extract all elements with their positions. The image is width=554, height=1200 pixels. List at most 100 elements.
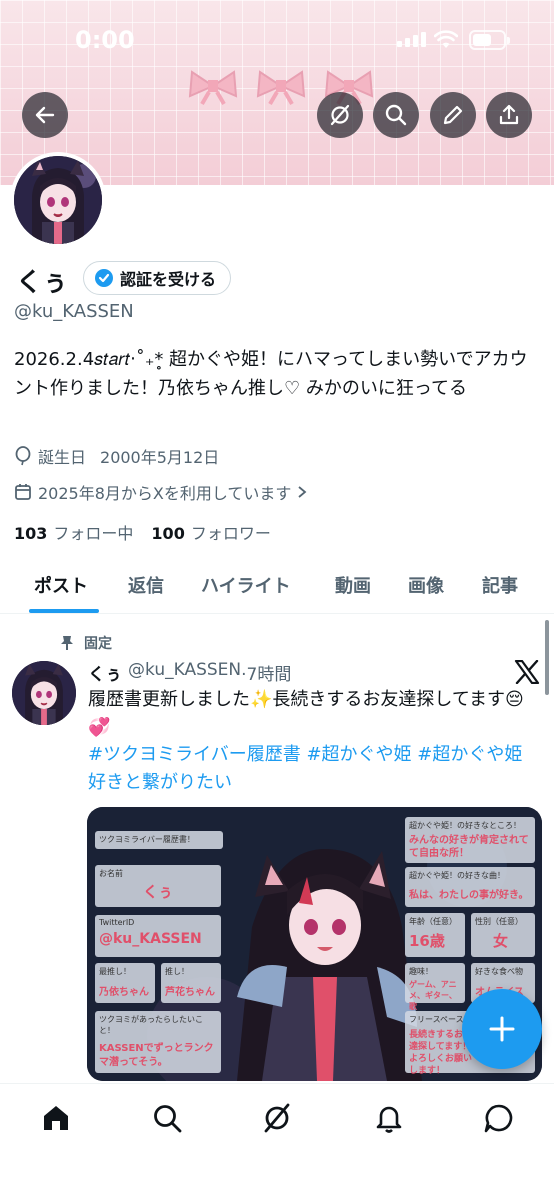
tab-replies[interactable]: 返信 xyxy=(128,572,164,598)
share-icon xyxy=(499,104,519,125)
resume-like-point-value: みんなの好きが肯定されてて自由な所！ xyxy=(409,835,529,859)
tab-articles[interactable]: 記事 xyxy=(482,572,518,598)
arrow-left-icon xyxy=(35,106,55,124)
tab-posts[interactable]: ポスト xyxy=(34,572,88,598)
edit-button[interactable] xyxy=(430,92,476,138)
compose-post-button[interactable] xyxy=(462,989,542,1069)
search-icon xyxy=(385,104,407,126)
resume-hobby-label: 趣味！ xyxy=(409,967,433,976)
get-verified-button[interactable]: 認証を受ける xyxy=(83,261,232,295)
tab-videos[interactable]: 動画 xyxy=(335,572,371,598)
calendar-icon xyxy=(15,484,31,500)
resume-twitter-value: @ku_KASSEN xyxy=(99,931,202,947)
resume-gender-value: 女 xyxy=(493,932,509,950)
post-text: 履歴書更新しました✨長続きするお友達探してます😔💞 xyxy=(88,689,524,738)
bow-icon xyxy=(188,70,238,106)
resume-twitter-label: TwitterID xyxy=(99,918,135,927)
joined-text: 2025年8月からXを利用しています xyxy=(38,484,292,503)
followers-label: フォロワー xyxy=(190,524,271,543)
back-button[interactable] xyxy=(22,92,68,138)
pinned-indicator: 固定 xyxy=(60,633,112,653)
x-logo-icon[interactable] xyxy=(514,660,540,684)
resume-food-label: 好きな食べ物 xyxy=(475,967,523,976)
resume-hobby-field: 趣味！ ゲーム、アニメ、ギター、歌 xyxy=(405,963,465,1011)
resume-fav-song-field: 超かぐや姫！の好きな曲！ 私は、わたしの事が好き。 xyxy=(405,867,535,907)
resume-name-label: お名前 xyxy=(99,869,123,878)
birthday-label: 誕生日 xyxy=(38,448,87,467)
resume-oshi-value: 乃依ちゃん xyxy=(99,987,149,998)
resume-fav-song-label: 超かぐや姫！の好きな曲！ xyxy=(409,871,505,880)
resume-tsukuyomi-field: ツクヨミがあったらしたいこと！ KASSENでずっとランクマ潜ってそう。 xyxy=(95,1011,221,1073)
resume-like-point-label: 超かぐや姫！の好きなところ！ xyxy=(409,821,521,830)
followers-count: 100 xyxy=(151,524,185,543)
birthday-value: 2000年5月12日 xyxy=(100,448,220,467)
resume-hobby-value: ゲーム、アニメ、ギター、歌 xyxy=(409,980,457,1011)
follow-stats: 103 フォロー中 100 フォロワー xyxy=(14,520,271,544)
balloon-icon xyxy=(15,446,31,466)
grok-icon[interactable] xyxy=(261,1102,293,1134)
resume-oshi2-value: 芦花ちゃん xyxy=(165,987,215,998)
search-icon[interactable] xyxy=(151,1102,183,1134)
tab-images[interactable]: 画像 xyxy=(408,572,444,598)
following-label: フォロー中 xyxy=(53,524,134,543)
post-time: ·7時間 xyxy=(241,665,292,685)
resume-age-value: 16歳 xyxy=(409,932,445,950)
status-time: 0:00 xyxy=(75,26,135,54)
resume-gender-label: 性別（任意） xyxy=(475,917,523,926)
active-tab-indicator xyxy=(29,609,99,613)
resume-tsukuyomi-label: ツクヨミがあったらしたいこと！ xyxy=(99,1015,203,1035)
resume-name-value: くぅ xyxy=(143,883,174,901)
resume-gender-field: 性別（任意） 女 xyxy=(471,913,535,957)
resume-fav-song-value: 私は、わたしの事が好き。 xyxy=(409,890,529,901)
pin-icon xyxy=(61,636,73,650)
post-author-avatar[interactable] xyxy=(12,661,76,725)
resume-like-point-field: 超かぐや姫！の好きなところ！ みんなの好きが肯定されてて自由な所！ xyxy=(405,817,535,863)
verified-badge-icon xyxy=(95,269,113,287)
post-author-handle[interactable]: @ku_KASSEN xyxy=(128,660,241,685)
bell-icon[interactable] xyxy=(373,1102,405,1134)
profile-avatar[interactable] xyxy=(10,152,106,248)
resume-name-field: お名前 くぅ xyxy=(95,865,221,907)
get-verified-label: 認証を受ける xyxy=(120,270,217,289)
profile-handle: @ku_KASSEN xyxy=(14,301,134,322)
bottom-navigation xyxy=(0,1083,554,1200)
post-header: くぅ @ku_KASSEN ·7時間 xyxy=(88,660,291,685)
avatar-image xyxy=(12,661,76,725)
birthday-row: 誕生日 2000年5月12日 xyxy=(14,444,219,468)
resume-oshi-label: 最推し！ xyxy=(99,967,131,976)
following-link[interactable]: 103 フォロー中 xyxy=(14,520,133,544)
bow-icon xyxy=(256,70,306,106)
profile-tabs: ポスト 返信 ハイライト 動画 画像 記事 xyxy=(0,558,554,614)
home-icon[interactable] xyxy=(40,1102,72,1134)
following-count: 103 xyxy=(14,524,48,543)
messages-icon[interactable] xyxy=(483,1102,515,1134)
wifi-icon xyxy=(434,30,458,48)
resume-title: ツクヨミライバー履歴書！ xyxy=(95,831,223,849)
resume-twitter-field: TwitterID @ku_KASSEN xyxy=(95,915,221,957)
tab-highlights[interactable]: ハイライト xyxy=(201,572,291,598)
grok-button[interactable] xyxy=(317,92,363,138)
resume-age-field: 年齢（任意） 16歳 xyxy=(405,913,465,957)
profile-bio: 2026.2.4𝑠𝑡𝑎𝑟𝑡‧˚₊*̥ 超かぐや姫！にハマってしまい勢いでアカウン… xyxy=(14,349,528,399)
scrollbar[interactable] xyxy=(545,620,549,695)
joined-row[interactable]: 2025年8月からXを利用しています xyxy=(14,480,307,504)
battery-icon xyxy=(469,30,510,50)
plus-icon xyxy=(489,1016,515,1042)
grok-icon xyxy=(330,104,350,126)
display-name: くぅ xyxy=(16,268,69,298)
search-button[interactable] xyxy=(373,92,419,138)
share-button[interactable] xyxy=(486,92,532,138)
resume-oshi2-field: 推し！ 芦花ちゃん xyxy=(161,963,221,1003)
resume-oshi-field: 最推し！ 乃依ちゃん xyxy=(95,963,155,1003)
followers-link[interactable]: 100 フォロワー xyxy=(151,520,270,544)
chevron-right-icon xyxy=(298,486,307,498)
resume-oshi2-label: 推し！ xyxy=(165,967,189,976)
cellular-signal-icon xyxy=(397,32,426,47)
resume-age-label: 年齢（任意） xyxy=(409,917,457,926)
post-hashtags[interactable]: #ツクヨミライバー履歴書 #超かぐや姫 #超かぐや姫好きと繋がりたい xyxy=(88,741,540,797)
pinned-label: 固定 xyxy=(84,636,112,652)
avatar-image xyxy=(14,156,102,244)
resume-tsukuyomi-value: KASSENでずっとランクマ潜ってそう。 xyxy=(99,1043,214,1068)
post-author-name[interactable]: くぅ xyxy=(88,660,122,685)
pencil-icon xyxy=(443,105,463,125)
